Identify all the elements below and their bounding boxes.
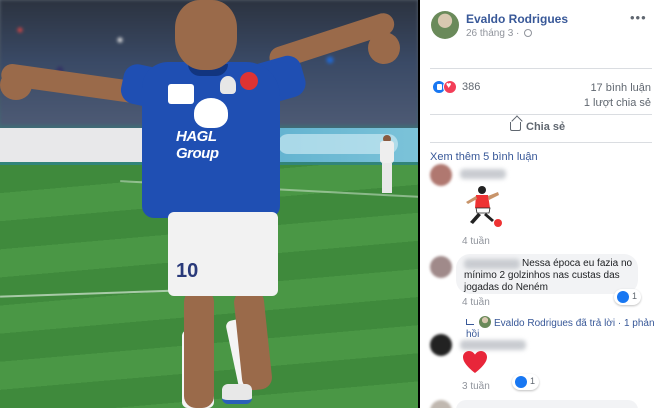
love-icon [443, 80, 457, 94]
divider [430, 142, 652, 143]
comment-bubble [456, 400, 638, 408]
author-avatar [479, 316, 491, 328]
reply-arrow-icon [466, 319, 474, 325]
commenter-avatar[interactable] [430, 400, 452, 408]
see-more-comments-link[interactable]: Xem thêm 5 bình luận [430, 151, 538, 163]
comment-reaction[interactable]: 1 [512, 374, 540, 390]
post-photo[interactable]: HAGL Group 10 [0, 0, 418, 408]
like-icon [515, 376, 527, 388]
reaction-count: 386 [462, 81, 481, 93]
post-side-panel: Evaldo Rodrigues 26 tháng 3 · ••• 386 17… [420, 0, 660, 408]
comment-text: Nessa época eu fazia no mínimo 2 golzinh… [464, 258, 633, 293]
celebrating-player: HAGL Group 10 [0, 0, 418, 408]
comment-time[interactable]: 3 tuần [462, 381, 490, 392]
sponsor-badge [240, 72, 258, 90]
comment-reaction[interactable]: 1 [614, 289, 642, 305]
share-label: Chia sẻ [526, 121, 566, 133]
comment-time[interactable]: 4 tuần [462, 297, 490, 308]
post-timestamp[interactable]: 26 tháng 3 · [466, 28, 533, 39]
reply-summary-link[interactable]: Evaldo Rodrigues đã trả lời · 1 phản hồi [466, 316, 660, 340]
author-name[interactable]: Evaldo Rodrigues [466, 12, 568, 26]
reply-summary-text: Evaldo Rodrigues đã trả lời · 1 phản hồi [466, 318, 655, 340]
footballer-sticker[interactable] [460, 184, 504, 230]
heart-emoji [463, 351, 487, 373]
comment-reaction-count: 1 [632, 291, 638, 301]
commenter-name-redacted [460, 340, 526, 350]
ellipsis-icon[interactable]: ••• [630, 10, 647, 25]
sponsor-logo [194, 98, 228, 128]
shorts [168, 212, 278, 296]
jersey-badge [168, 84, 194, 104]
like-icon [617, 291, 629, 303]
share-button[interactable]: Chia sẻ [510, 121, 565, 133]
share-icon [510, 122, 521, 131]
post-header: Evaldo Rodrigues 26 tháng 3 · ••• [420, 0, 660, 46]
shorts-number: 10 [176, 260, 199, 282]
globe-icon [524, 29, 533, 37]
jersey-sponsor-text: HAGL Group [176, 128, 219, 162]
comment-count-link[interactable]: 17 bình luận [590, 82, 651, 94]
author-avatar[interactable] [431, 11, 459, 39]
comment-time[interactable]: 4 tuần [462, 236, 490, 247]
commenter-avatar[interactable] [430, 334, 452, 356]
commenter-avatar[interactable] [430, 164, 452, 186]
comment-reaction-count: 1 [530, 376, 536, 386]
share-count-link[interactable]: 1 lượt chia sẻ [584, 97, 651, 109]
commenter-avatar[interactable] [430, 256, 452, 278]
post-date[interactable]: 26 tháng 3 [466, 28, 513, 39]
club-crest [220, 76, 236, 94]
divider [430, 68, 652, 69]
commenter-name-redacted [460, 169, 506, 179]
player-head [175, 0, 237, 70]
divider [430, 114, 652, 115]
